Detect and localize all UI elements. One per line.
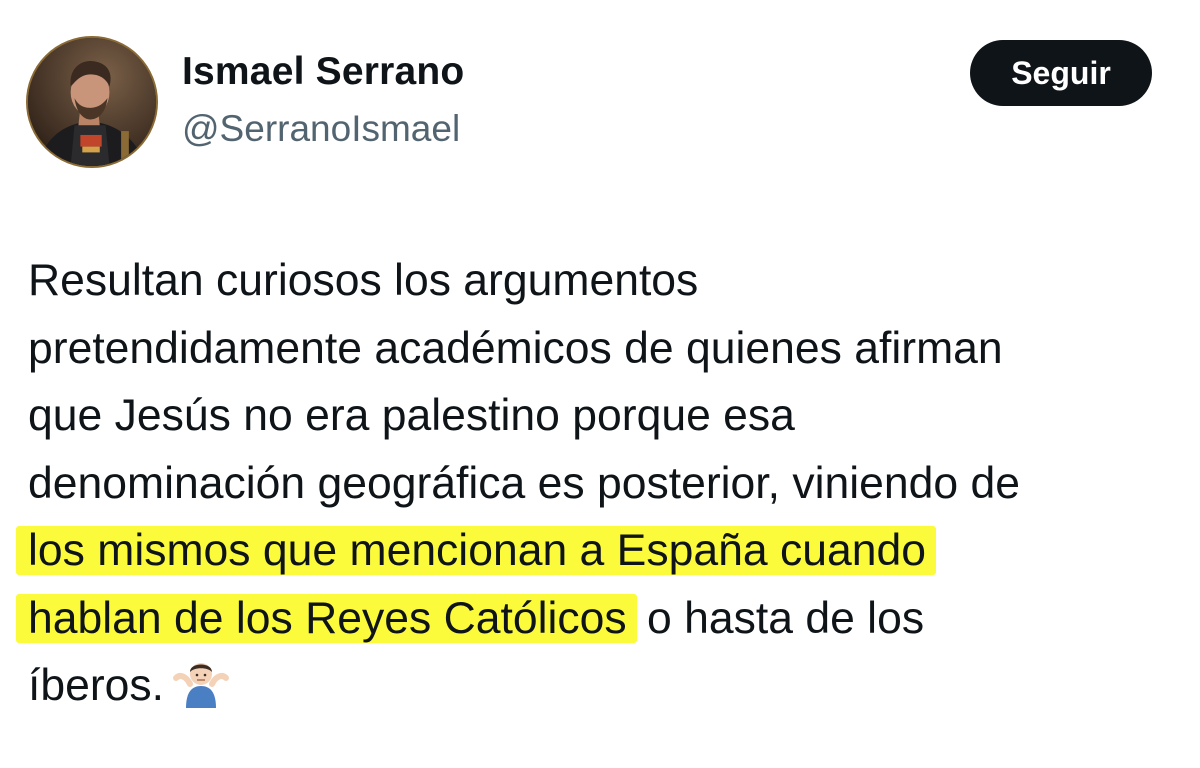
profile-photo-icon — [28, 38, 156, 166]
highlighted-text: los mismos que mencionan a España cuando — [16, 526, 936, 575]
highlighted-text: hablan de los Reyes Católicos — [16, 593, 637, 643]
user-handle[interactable]: @SerranoIsmael — [182, 108, 460, 150]
follow-button[interactable]: Seguir — [970, 40, 1152, 106]
avatar[interactable] — [26, 36, 158, 168]
tweet-card: Ismael Serrano @SerranoIsmael Seguir Res… — [0, 0, 1200, 768]
tweet-line: Resultan curiosos los argumentos — [28, 247, 1178, 315]
tweet-line: pretendidamente académicos de quienes af… — [28, 315, 1178, 383]
tweet-text-segment: que Jesús no era palestino porque esa — [28, 391, 795, 440]
tweet-text-segment: o hasta de los — [634, 593, 925, 643]
tweet-line: íberos. — [28, 652, 1178, 720]
tweet-line: hablan de los Reyes Católicos o hasta de… — [16, 585, 1178, 653]
user-name[interactable]: Ismael Serrano — [182, 50, 464, 94]
tweet-text-segment: pretendidamente académicos de quienes af… — [28, 323, 1003, 373]
tweet-line: denominación geográfica es posterior, vi… — [28, 450, 1178, 518]
person-shrugging-icon — [172, 656, 230, 708]
tweet-text-segment: denominación geográfica es posterior, vi… — [28, 458, 1021, 508]
tweet-text-segment: Resultan curiosos los argumentos — [28, 256, 699, 305]
tweet-line: los mismos que mencionan a España cuando — [16, 517, 1178, 585]
tweet-text-segment: íberos. — [28, 661, 165, 710]
tweet-text: Resultan curiosos los argumentos pretend… — [16, 247, 1178, 720]
tweet-line: que Jesús no era palestino porque esa — [28, 382, 1178, 450]
